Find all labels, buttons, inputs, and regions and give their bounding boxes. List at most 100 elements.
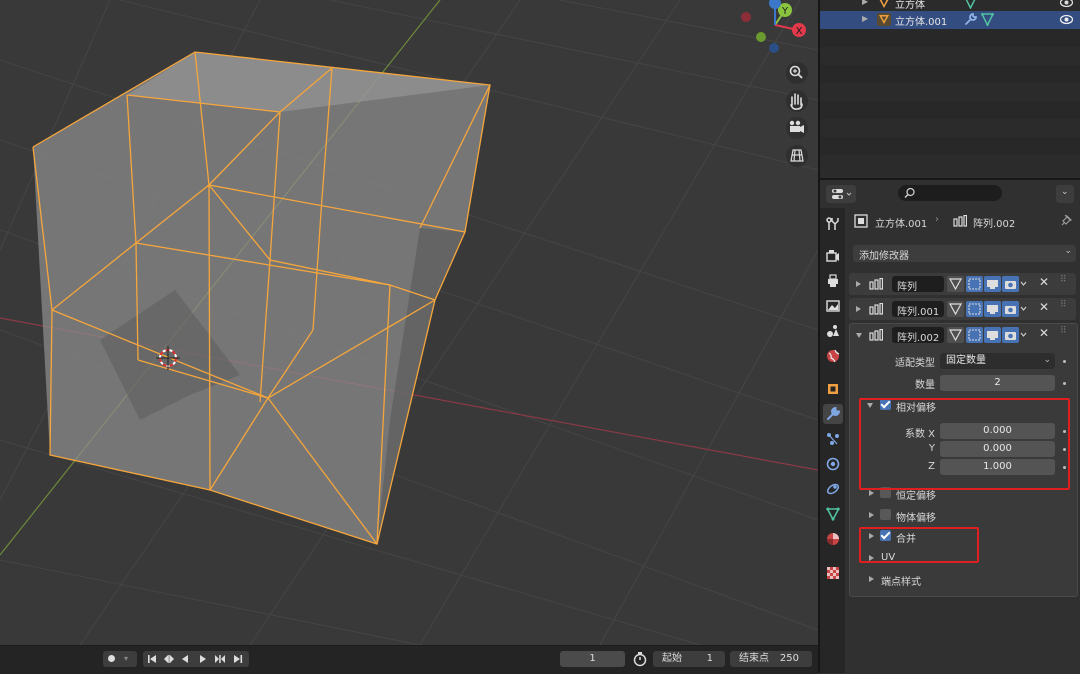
outliner: ▶ 立方体 ▶ 立方体.001 [820, 0, 1080, 178]
modifier-name: 阵列.002 [897, 333, 940, 344]
tab-render[interactable] [823, 246, 843, 266]
modifier-name-field[interactable]: 阵列.001 [892, 301, 944, 318]
count-field[interactable]: 2 [940, 375, 1055, 391]
visibility-eye-icon[interactable] [1060, 0, 1073, 8]
tab-world[interactable] [823, 346, 843, 366]
modifier-toggle-icons[interactable] [947, 327, 1027, 343]
keying-dropdown[interactable]: ▾ [103, 651, 137, 667]
3d-viewport[interactable]: Y X [0, 0, 818, 645]
fit-type-dropdown[interactable]: 固定数量 ⌄ [940, 353, 1055, 369]
tab-constraints[interactable] [823, 479, 843, 499]
chevron-down-icon: ⌄ [1064, 246, 1072, 256]
modifier-name-field[interactable]: 阵列 [892, 276, 944, 293]
search-icon [904, 187, 915, 199]
outliner-item-name: 立方体 [895, 0, 925, 11]
tab-view-layer[interactable] [823, 296, 843, 316]
camera-icon [790, 126, 800, 132]
viewport-scene: Y X [0, 0, 818, 645]
modifier-panel[interactable]: 阵列 ✕ ⠿ [849, 273, 1076, 295]
expand-arrow-icon[interactable] [856, 306, 861, 312]
tab-modifiers[interactable] [823, 404, 843, 424]
chevron-down-icon: ⌄ [1043, 355, 1051, 365]
expand-arrow-icon[interactable] [856, 281, 861, 287]
current-frame-field[interactable]: 1 [560, 651, 625, 667]
add-modifier-dropdown[interactable]: 添加修改器 ⌄ [853, 245, 1076, 262]
modifier-name-field[interactable]: 阵列.002 [892, 327, 944, 344]
tab-particles[interactable] [823, 429, 843, 449]
caps-section-label[interactable]: 端点样式 [881, 573, 921, 588]
image-icon [826, 300, 840, 312]
close-icon[interactable]: ✕ [1039, 326, 1049, 340]
object-icon [854, 214, 868, 228]
neg-z-axis-dot [769, 43, 779, 53]
chevron-down-icon: ▾ [124, 654, 129, 663]
object-offset-checkbox[interactable] [880, 509, 891, 520]
expand-arrow-icon[interactable]: ▶ [862, 0, 868, 6]
fit-type-value: 固定数量 [946, 355, 986, 366]
properties-search-input[interactable] [898, 185, 1002, 201]
breadcrumb-separator: › [935, 214, 939, 225]
keyframe-dot[interactable] [1063, 360, 1066, 363]
y-axis-label: Y [781, 6, 789, 17]
modifier-name: 阵列.001 [897, 307, 940, 318]
annotation-box-merge [859, 527, 979, 563]
playback-icons[interactable] [143, 651, 249, 667]
chevron-down-icon: ⌄ [1061, 187, 1069, 197]
tab-output[interactable] [823, 271, 843, 291]
tab-object[interactable] [823, 379, 843, 399]
expand-arrow-icon[interactable] [869, 576, 874, 582]
particles-icon [827, 433, 839, 445]
tab-material[interactable] [823, 529, 843, 549]
tab-texture[interactable] [823, 563, 843, 583]
close-icon[interactable]: ✕ [1039, 300, 1049, 314]
count-label: 数量 [915, 380, 935, 391]
expand-arrow-icon[interactable]: ▶ [862, 14, 868, 23]
tab-tool[interactable] [823, 214, 843, 234]
editor-type-dropdown[interactable] [826, 185, 856, 203]
pan-button[interactable] [786, 90, 808, 112]
tab-physics[interactable] [823, 454, 843, 474]
texture-icon [827, 567, 839, 579]
keyframe-dot[interactable] [1063, 382, 1066, 385]
zoom-button[interactable] [786, 62, 808, 84]
x-axis-label: X [796, 26, 803, 37]
drag-handle-icon[interactable]: ⠿ [1060, 275, 1067, 285]
tab-data[interactable] [823, 504, 843, 524]
drag-handle-icon[interactable]: ⠿ [1060, 300, 1067, 310]
outliner-row-selected[interactable]: ▶ 立方体.001 [820, 11, 1080, 29]
ortho-toggle-button[interactable] [786, 145, 808, 167]
close-icon[interactable]: ✕ [1039, 275, 1049, 289]
breadcrumb-modifier: 阵列.002 [973, 219, 1016, 230]
end-frame-field[interactable]: 结束点 250 [730, 651, 812, 667]
outliner-empty-row [820, 137, 1080, 155]
camera-view-button[interactable] [786, 117, 808, 139]
outliner-empty-row [820, 29, 1080, 47]
properties-editor-icon [832, 189, 852, 199]
options-dropdown[interactable]: ⌄ [1056, 185, 1074, 203]
pin-icon[interactable] [1061, 214, 1073, 226]
start-label: 起始 [662, 653, 682, 664]
object-icon [828, 384, 838, 394]
modifier-name: 阵列 [897, 282, 917, 293]
tab-scene[interactable] [823, 321, 843, 341]
record-icon [108, 655, 115, 662]
properties-header: ⌄ [820, 178, 1080, 210]
wrench-icon[interactable] [964, 13, 977, 26]
playback-controls [143, 651, 249, 667]
collapse-arrow-icon[interactable] [856, 333, 862, 338]
modifier-toggle-icons[interactable] [947, 301, 1027, 317]
annotation-box-relative-offset [859, 398, 1070, 490]
visibility-eye-icon[interactable] [1060, 14, 1073, 25]
start-frame-field[interactable]: 起始 1 [653, 651, 725, 667]
stopwatch-icon[interactable] [630, 651, 650, 667]
modifier-panel[interactable]: 阵列.001 ✕ ⠿ [849, 298, 1076, 320]
expand-arrow-icon[interactable] [869, 490, 874, 496]
drag-handle-icon[interactable]: ⠿ [1060, 326, 1067, 336]
outliner-empty-row [820, 65, 1080, 83]
modifier-toggle-icons[interactable] [947, 276, 1027, 292]
mesh-data-icon[interactable] [981, 13, 994, 26]
scene-icon [827, 325, 839, 337]
add-modifier-label: 添加修改器 [859, 251, 909, 262]
end-label: 结束点 [739, 653, 769, 664]
expand-arrow-icon[interactable] [869, 512, 874, 518]
